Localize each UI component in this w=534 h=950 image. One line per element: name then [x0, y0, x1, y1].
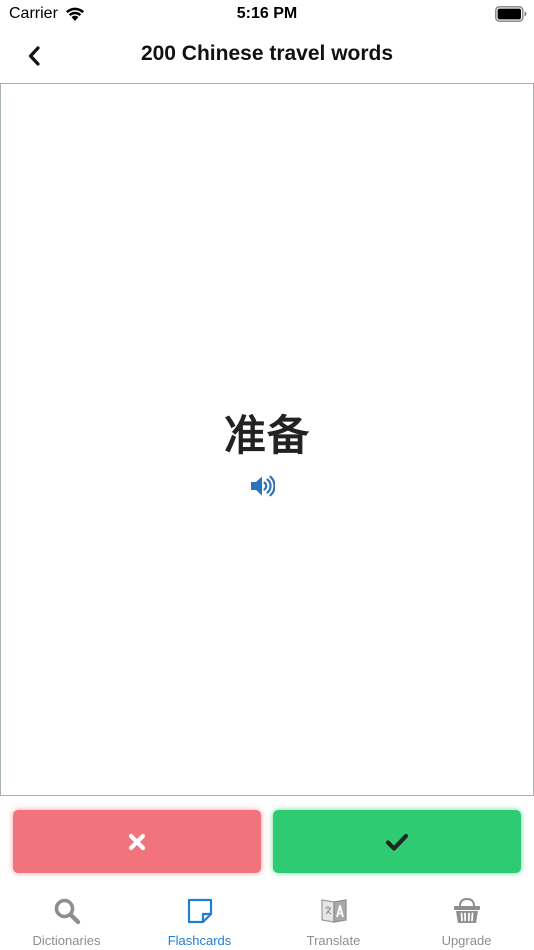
basket-icon	[453, 897, 480, 923]
tab-label: Upgrade	[441, 933, 492, 948]
tab-translate[interactable]: Translate	[267, 882, 400, 950]
know-button[interactable]	[273, 810, 521, 873]
navigation-bar: 200 Chinese travel words	[0, 30, 534, 82]
dont-know-button[interactable]	[13, 810, 261, 873]
flashcard-word: 准备	[223, 412, 310, 459]
battery-icon	[495, 6, 527, 22]
flashcard-icon	[187, 898, 212, 924]
back-button[interactable]	[18, 40, 50, 72]
tab-bar: Dictionaries Flashcards Translate Upgrad…	[0, 882, 534, 950]
tab-flashcards[interactable]: Flashcards	[133, 882, 266, 950]
status-bar: Carrier 5:16 PM	[0, 0, 534, 30]
tab-label: Flashcards	[167, 933, 232, 948]
clock: 5:16 PM	[236, 5, 298, 22]
x-icon	[128, 833, 146, 850]
chevron-left-icon	[28, 46, 40, 66]
checkmark-icon	[385, 833, 409, 851]
translate-icon	[320, 899, 347, 923]
tab-label: Dictionaries	[32, 933, 101, 948]
search-icon	[54, 898, 80, 925]
tab-label: Translate	[306, 933, 361, 948]
speaker-icon[interactable]	[249, 474, 275, 498]
tab-upgrade[interactable]: Upgrade	[400, 882, 533, 950]
tab-dictionaries[interactable]: Dictionaries	[0, 882, 133, 950]
flashcard[interactable]: 准备	[0, 83, 534, 796]
page-title: 200 Chinese travel words	[140, 42, 394, 65]
